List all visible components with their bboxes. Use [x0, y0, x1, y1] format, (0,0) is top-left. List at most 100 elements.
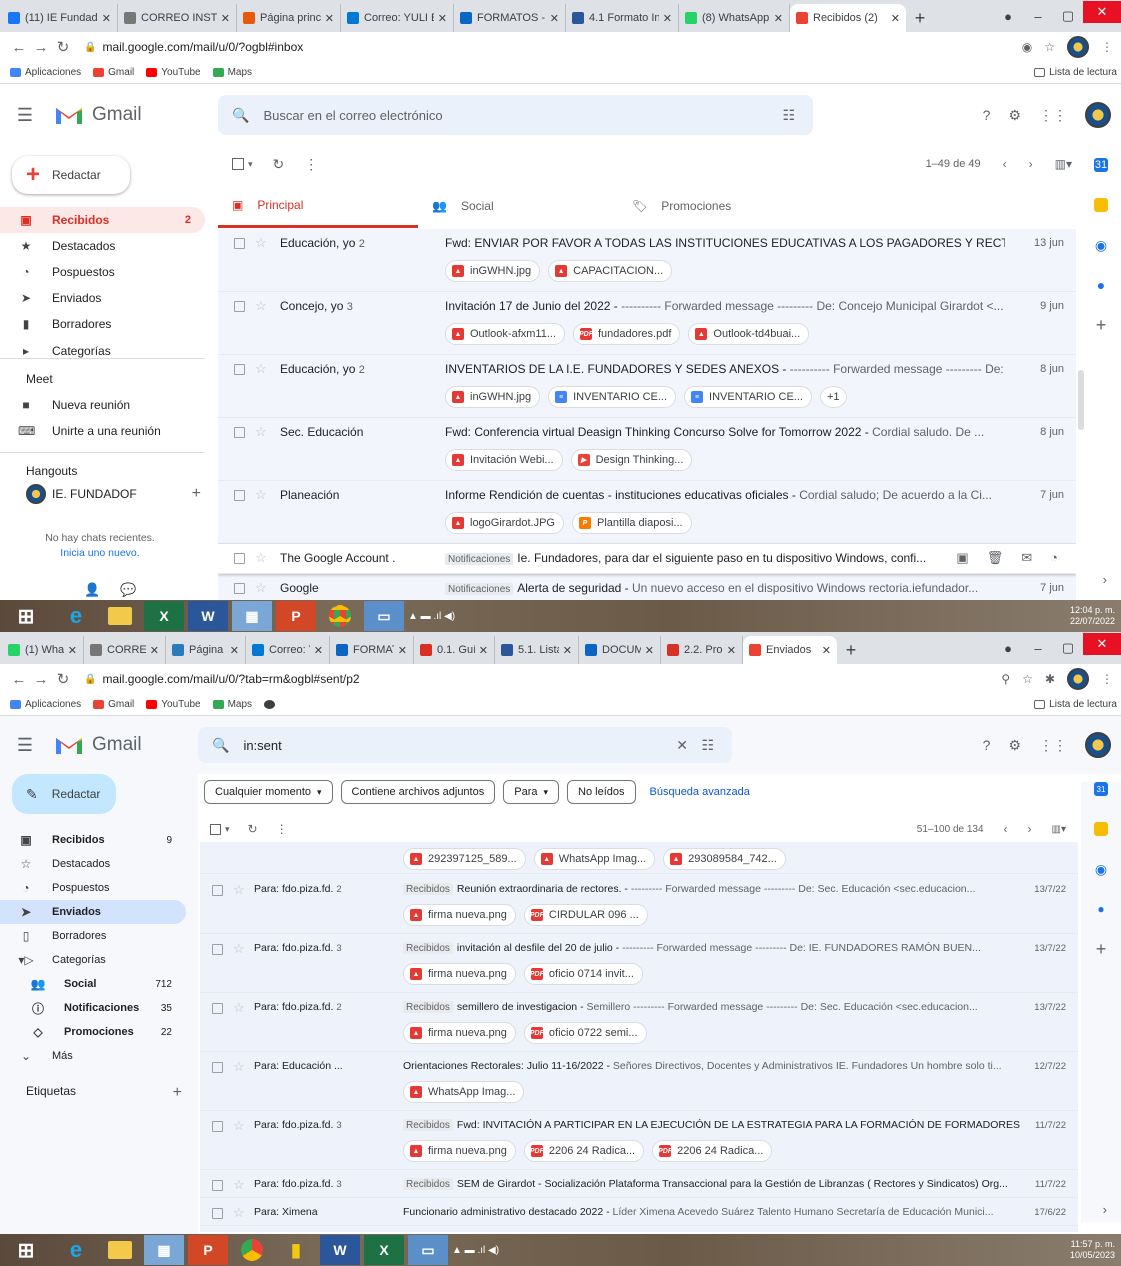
select-all-checkbox[interactable]: [232, 158, 244, 170]
powerpoint-icon[interactable]: P: [188, 1235, 228, 1265]
help-icon[interactable]: ?: [983, 737, 991, 753]
row-checkbox[interactable]: [212, 1062, 223, 1073]
main-menu-icon[interactable]: ☰: [10, 735, 40, 756]
main-menu-icon[interactable]: ☰: [10, 105, 40, 126]
attachment-chip[interactable]: ≡ INVENTARIO CE...: [684, 386, 812, 408]
excel-icon[interactable]: X: [364, 1235, 404, 1265]
close-tab-icon[interactable]: ✕: [563, 644, 572, 657]
compose-button[interactable]: ✎ Redactar: [12, 774, 116, 814]
attachment-chip[interactable]: ▲ firma nueva.png: [403, 904, 516, 926]
minimize-button[interactable]: –: [1023, 0, 1053, 32]
star-icon[interactable]: ☆: [233, 1205, 245, 1221]
star-icon[interactable]: ☆: [255, 235, 267, 251]
select-dropdown-icon[interactable]: ▾: [248, 159, 253, 170]
new-tab-button[interactable]: +: [837, 636, 865, 664]
browser-tab[interactable]: Correo: Y ✕: [246, 636, 330, 664]
maximize-button[interactable]: ▢: [1053, 0, 1083, 32]
expand-panel-icon[interactable]: ›: [1103, 572, 1107, 587]
archive-icon[interactable]: ▣: [956, 550, 968, 566]
filter-to[interactable]: Para ▾: [503, 780, 560, 804]
close-tab-icon[interactable]: ✕: [325, 12, 334, 25]
table-row[interactable]: ☆ Planeación Informe Rendición de cuentas…: [218, 481, 1076, 544]
advanced-search-link[interactable]: Búsqueda avanzada: [650, 786, 750, 798]
attachment-chip[interactable]: +1: [819, 386, 847, 408]
nav-promotions[interactable]: ◇ Promociones 22: [0, 1020, 186, 1044]
windows-start-icon[interactable]: ⊞: [0, 601, 52, 631]
nav-social[interactable]: 👥 Social 712: [0, 972, 186, 996]
menu-icon[interactable]: ⋮: [1101, 672, 1113, 686]
calendar-icon[interactable]: 31: [1094, 782, 1108, 796]
label-badge[interactable]: Recibidos: [403, 1001, 453, 1013]
tab-social[interactable]: 👥 Social: [418, 184, 618, 228]
row-checkbox[interactable]: [234, 364, 245, 375]
bookmark-maps[interactable]: Maps: [212, 699, 252, 710]
attachment-chip[interactable]: ▲ firma nueva.png: [403, 963, 516, 985]
star-icon[interactable]: ☆: [233, 941, 245, 957]
bookmark-apps[interactable]: Aplicaciones: [10, 699, 81, 710]
meet-join[interactable]: ⌨ Unirte a una reunión: [0, 418, 205, 444]
row-checkbox[interactable]: [212, 1003, 223, 1014]
browser-tab[interactable]: 2.2. Prop ✕: [661, 636, 743, 664]
compose-button[interactable]: + Redactar: [12, 156, 130, 194]
filter-has-attachment[interactable]: Contiene archivos adjuntos: [340, 780, 496, 804]
powerbi-icon[interactable]: ▮: [276, 1235, 316, 1265]
add-addon-icon[interactable]: +: [1094, 315, 1108, 335]
close-tab-icon[interactable]: ✕: [102, 12, 111, 25]
person-icon[interactable]: 👤: [84, 582, 100, 598]
nav-starred[interactable]: ☆ Destacados: [0, 852, 186, 876]
back-icon[interactable]: ←: [8, 39, 30, 56]
label-badge[interactable]: Recibidos: [403, 883, 453, 895]
apps-grid-icon[interactable]: ⋮⋮: [1039, 107, 1067, 124]
row-checkbox[interactable]: [234, 583, 245, 594]
system-tray[interactable]: ▲ ▬ .ıl ◀): [452, 1245, 499, 1256]
attachment-chip[interactable]: ▲ Outlook-td4buai...: [688, 323, 810, 345]
row-checkbox[interactable]: [234, 490, 245, 501]
profile-icon[interactable]: ●: [993, 632, 1023, 664]
table-row[interactable]: ☆ Sec. Educación Fwd: Conferencia virtual…: [218, 418, 1076, 481]
filter-unread[interactable]: No leídos: [567, 780, 636, 804]
photos-icon[interactable]: ▭: [364, 601, 404, 631]
tasks-icon[interactable]: ◉: [1094, 861, 1108, 877]
account-avatar[interactable]: [1085, 732, 1111, 758]
word-icon[interactable]: W: [320, 1235, 360, 1265]
star-icon[interactable]: ☆: [255, 424, 267, 440]
nav-drafts[interactable]: ▯ Borradores: [0, 924, 186, 948]
browser-tab[interactable]: Recibidos (2) ✕: [790, 4, 906, 32]
expand-panel-icon[interactable]: ›: [1103, 1202, 1107, 1217]
reload-icon[interactable]: ↻: [52, 670, 74, 688]
split-pane-icon[interactable]: ▥▾: [1052, 824, 1066, 835]
attachment-chip[interactable]: P Plantilla diaposi...: [571, 512, 692, 534]
keep-icon[interactable]: [1094, 198, 1108, 212]
filter-any-time[interactable]: Cualquier momento ▾: [204, 780, 333, 804]
attachment-chip[interactable]: ▲ Invitación Webi...: [445, 449, 563, 471]
new-tab-button[interactable]: +: [906, 4, 934, 32]
browser-tab[interactable]: CORREO ✕: [84, 636, 166, 664]
attachment-chip[interactable]: PDF oficio 0722 semi...: [523, 1022, 647, 1044]
close-tab-icon[interactable]: ✕: [663, 12, 672, 25]
nav-starred[interactable]: ★ Destacados: [0, 233, 205, 259]
search-input[interactable]: in:sent: [243, 738, 281, 753]
next-page-icon[interactable]: ›: [1028, 822, 1032, 836]
nav-inbox[interactable]: ▣ Recibidos 2: [0, 207, 205, 233]
mark-read-icon[interactable]: ✉: [1021, 550, 1032, 566]
close-window-button[interactable]: ✕: [1083, 1, 1121, 23]
calculator-icon[interactable]: ▦: [144, 1235, 184, 1265]
label-badge[interactable]: Recibidos: [403, 942, 453, 954]
apps-grid-icon[interactable]: ⋮⋮: [1039, 737, 1067, 754]
nav-notifications[interactable]: ⓘ Notificaciones 35: [0, 996, 186, 1020]
search-bar[interactable]: 🔍 Buscar en el correo electrónico ☷: [218, 95, 813, 135]
url-field[interactable]: 🔒 mail.google.com/mail/u/0/?tab=rm&ogbl#s…: [84, 672, 360, 686]
attachment-chip[interactable]: PDF fundadores.pdf: [573, 323, 681, 345]
table-row[interactable]: ☆ Para: fdo.piza.fd. 2 Recibidos semillero …: [200, 993, 1078, 1052]
contacts-icon[interactable]: ●: [1094, 277, 1108, 293]
attachment-chip[interactable]: ▲ Outlook-afxm11...: [445, 323, 565, 345]
nav-sent[interactable]: ➤ Enviados: [0, 285, 205, 311]
ie-icon[interactable]: e: [56, 1235, 96, 1265]
nav-more[interactable]: ⌄ Más: [0, 1044, 186, 1068]
attachment-chip[interactable]: ▲ firma nueva.png: [403, 1022, 516, 1044]
close-tab-icon[interactable]: ✕: [479, 644, 488, 657]
help-icon[interactable]: ?: [983, 107, 991, 123]
close-tab-icon[interactable]: ✕: [68, 644, 77, 657]
gmail-logo[interactable]: Gmail: [54, 104, 142, 126]
chat-bubble-icon[interactable]: 💬: [120, 582, 136, 598]
